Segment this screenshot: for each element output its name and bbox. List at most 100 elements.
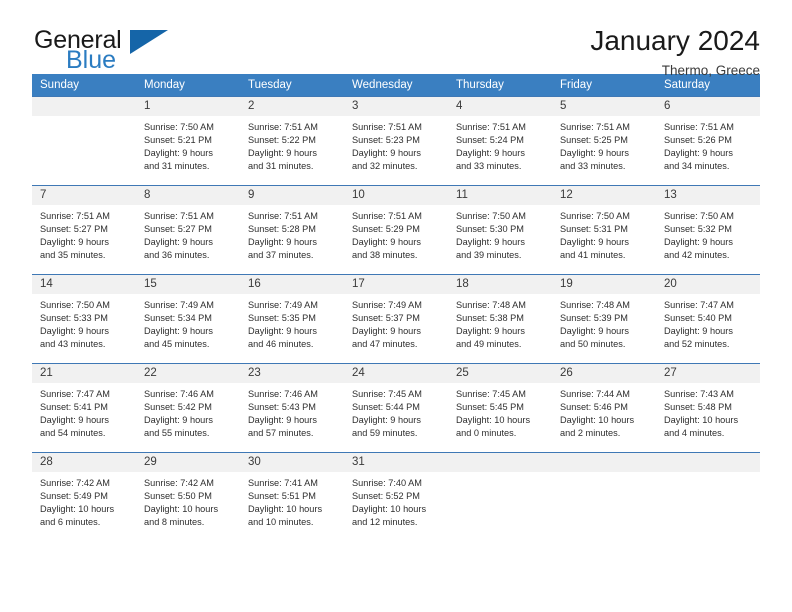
sunrise-time: Sunrise: 7:46 AM — [144, 389, 214, 399]
day-sun-info: Sunrise: 7:50 AM Sunset: 5:33 PM Daylight:… — [32, 294, 136, 351]
daylight-duration-line2: and 2 minutes. — [560, 428, 621, 439]
sunrise-time: Sunrise: 7:51 AM — [664, 122, 734, 132]
calendar-day-cell[interactable]: 26 Sunrise: 7:44 AM Sunset: 5:46 PM Dayligh… — [552, 363, 656, 453]
calendar-day-cell[interactable]: 15 Sunrise: 7:49 AM Sunset: 5:34 PM Dayligh… — [136, 274, 240, 364]
calendar-day-cell[interactable]: 29 Sunrise: 7:42 AM Sunset: 5:50 PM Dayligh… — [136, 452, 240, 542]
sunrise-time: Sunrise: 7:51 AM — [352, 211, 422, 221]
day-number: 27 — [656, 364, 760, 383]
daylight-duration-line1: Daylight: 9 hours — [144, 237, 213, 248]
sunset-time: Sunset: 5:51 PM — [248, 491, 316, 502]
daylight-duration-line1: Daylight: 9 hours — [560, 237, 629, 248]
day-sun-info: Sunrise: 7:47 AM Sunset: 5:40 PM Daylight:… — [656, 294, 760, 351]
calendar-day-cell[interactable]: 11 Sunrise: 7:50 AM Sunset: 5:30 PM Dayligh… — [448, 185, 552, 275]
day-number: 18 — [448, 275, 552, 294]
day-sun-info: Sunrise: 7:44 AM Sunset: 5:46 PM Daylight:… — [552, 383, 656, 440]
calendar-day-cell[interactable]: 22 Sunrise: 7:46 AM Sunset: 5:42 PM Dayligh… — [136, 363, 240, 453]
calendar-day-cell[interactable]: 24 Sunrise: 7:45 AM Sunset: 5:44 PM Dayligh… — [344, 363, 448, 453]
calendar-day-cell[interactable]: 25 Sunrise: 7:45 AM Sunset: 5:45 PM Dayligh… — [448, 363, 552, 453]
calendar-day-cell[interactable]: 7 Sunrise: 7:51 AM Sunset: 5:27 PM Daylight… — [32, 185, 136, 275]
general-blue-logo[interactable]: General Blue — [34, 28, 209, 80]
calendar-day-cell[interactable]: 3 Sunrise: 7:51 AM Sunset: 5:23 PM Daylight… — [344, 96, 448, 186]
sunrise-time: Sunrise: 7:41 AM — [248, 478, 318, 488]
calendar-day-cell[interactable]: 20 Sunrise: 7:47 AM Sunset: 5:40 PM Dayligh… — [656, 274, 760, 364]
day-sun-info: Sunrise: 7:50 AM Sunset: 5:31 PM Daylight:… — [552, 205, 656, 262]
day-sun-info: Sunrise: 7:50 AM Sunset: 5:21 PM Daylight:… — [136, 116, 240, 173]
calendar-day-cell[interactable]: 18 Sunrise: 7:48 AM Sunset: 5:38 PM Dayligh… — [448, 274, 552, 364]
calendar-day-cell[interactable]: 6 Sunrise: 7:51 AM Sunset: 5:26 PM Daylight… — [656, 96, 760, 186]
day-sun-info: Sunrise: 7:41 AM Sunset: 5:51 PM Daylight:… — [240, 472, 344, 529]
calendar-day-cell[interactable]: 4 Sunrise: 7:51 AM Sunset: 5:24 PM Daylight… — [448, 96, 552, 186]
day-number: 3 — [344, 97, 448, 116]
day-number: 22 — [136, 364, 240, 383]
sunset-time: Sunset: 5:39 PM — [560, 313, 628, 324]
day-number — [32, 97, 136, 116]
daylight-duration-line2: and 39 minutes. — [456, 250, 522, 261]
daylight-duration-line1: Daylight: 9 hours — [664, 326, 733, 337]
sunrise-time: Sunrise: 7:50 AM — [456, 211, 526, 221]
daylight-duration-line2: and 37 minutes. — [248, 250, 314, 261]
calendar-day-cell[interactable]: 10 Sunrise: 7:51 AM Sunset: 5:29 PM Dayligh… — [344, 185, 448, 275]
calendar-week-row: 14 Sunrise: 7:50 AM Sunset: 5:33 PM Dayligh… — [32, 274, 760, 364]
day-sun-info: Sunrise: 7:51 AM Sunset: 5:27 PM Daylight:… — [32, 205, 136, 262]
calendar-day-cell[interactable]: 12 Sunrise: 7:50 AM Sunset: 5:31 PM Dayligh… — [552, 185, 656, 275]
day-number: 6 — [656, 97, 760, 116]
daylight-duration-line2: and 54 minutes. — [40, 428, 106, 439]
page-title: January 2024 — [590, 25, 760, 56]
sunset-time: Sunset: 5:28 PM — [248, 224, 316, 235]
daylight-duration-line2: and 33 minutes. — [560, 161, 626, 172]
day-number: 1 — [136, 97, 240, 116]
daylight-duration-line2: and 57 minutes. — [248, 428, 314, 439]
daylight-duration-line1: Daylight: 9 hours — [352, 326, 421, 337]
calendar-day-cell[interactable]: 2 Sunrise: 7:51 AM Sunset: 5:22 PM Daylight… — [240, 96, 344, 186]
day-number: 11 — [448, 186, 552, 205]
calendar-day-cell[interactable]: 23 Sunrise: 7:46 AM Sunset: 5:43 PM Dayligh… — [240, 363, 344, 453]
calendar-day-cell[interactable]: 14 Sunrise: 7:50 AM Sunset: 5:33 PM Dayligh… — [32, 274, 136, 364]
daylight-duration-line1: Daylight: 9 hours — [352, 237, 421, 248]
daylight-duration-line1: Daylight: 10 hours — [560, 415, 635, 426]
day-sun-info: Sunrise: 7:49 AM Sunset: 5:34 PM Daylight:… — [136, 294, 240, 351]
sunrise-time: Sunrise: 7:42 AM — [40, 478, 110, 488]
daylight-duration-line2: and 42 minutes. — [664, 250, 730, 261]
calendar-day-cell[interactable]: 1 Sunrise: 7:50 AM Sunset: 5:21 PM Daylight… — [136, 96, 240, 186]
calendar-week-row: 28 Sunrise: 7:42 AM Sunset: 5:49 PM Dayligh… — [32, 452, 760, 542]
logo-triangle-icon — [130, 30, 168, 54]
daylight-duration-line1: Daylight: 9 hours — [352, 415, 421, 426]
calendar-day-cell[interactable]: 28 Sunrise: 7:42 AM Sunset: 5:49 PM Dayligh… — [32, 452, 136, 542]
calendar-day-cell[interactable]: 31 Sunrise: 7:40 AM Sunset: 5:52 PM Dayligh… — [344, 452, 448, 542]
sunset-time: Sunset: 5:46 PM — [560, 402, 628, 413]
day-sun-info: Sunrise: 7:46 AM Sunset: 5:42 PM Daylight:… — [136, 383, 240, 440]
sunrise-time: Sunrise: 7:51 AM — [352, 122, 422, 132]
daylight-duration-line1: Daylight: 9 hours — [248, 326, 317, 337]
calendar-day-cell[interactable]: 21 Sunrise: 7:47 AM Sunset: 5:41 PM Dayligh… — [32, 363, 136, 453]
sunrise-time: Sunrise: 7:50 AM — [664, 211, 734, 221]
calendar-day-cell[interactable]: 8 Sunrise: 7:51 AM Sunset: 5:27 PM Daylight… — [136, 185, 240, 275]
sunrise-time: Sunrise: 7:45 AM — [352, 389, 422, 399]
sunrise-time: Sunrise: 7:43 AM — [664, 389, 734, 399]
calendar-day-cell[interactable]: 13 Sunrise: 7:50 AM Sunset: 5:32 PM Dayligh… — [656, 185, 760, 275]
day-sun-info: Sunrise: 7:40 AM Sunset: 5:52 PM Daylight:… — [344, 472, 448, 529]
daylight-duration-line2: and 31 minutes. — [248, 161, 314, 172]
calendar-day-cell[interactable]: 27 Sunrise: 7:43 AM Sunset: 5:48 PM Dayligh… — [656, 363, 760, 453]
daylight-duration-line1: Daylight: 9 hours — [144, 326, 213, 337]
calendar-day-cell[interactable]: 5 Sunrise: 7:51 AM Sunset: 5:25 PM Daylight… — [552, 96, 656, 186]
sunrise-time: Sunrise: 7:42 AM — [144, 478, 214, 488]
sunrise-time: Sunrise: 7:46 AM — [248, 389, 318, 399]
sunset-time: Sunset: 5:34 PM — [144, 313, 212, 324]
calendar-day-cell[interactable]: 17 Sunrise: 7:49 AM Sunset: 5:37 PM Dayligh… — [344, 274, 448, 364]
sunrise-time: Sunrise: 7:49 AM — [352, 300, 422, 310]
sunrise-time: Sunrise: 7:47 AM — [40, 389, 110, 399]
sunset-time: Sunset: 5:25 PM — [560, 135, 628, 146]
day-number — [656, 453, 760, 472]
calendar-day-cell[interactable]: 19 Sunrise: 7:48 AM Sunset: 5:39 PM Dayligh… — [552, 274, 656, 364]
calendar-day-cell[interactable]: 16 Sunrise: 7:49 AM Sunset: 5:35 PM Dayligh… — [240, 274, 344, 364]
sunset-time: Sunset: 5:37 PM — [352, 313, 420, 324]
day-sun-info: Sunrise: 7:51 AM Sunset: 5:26 PM Daylight:… — [656, 116, 760, 173]
daylight-duration-line2: and 10 minutes. — [248, 517, 314, 528]
calendar-day-cell[interactable]: 30 Sunrise: 7:41 AM Sunset: 5:51 PM Dayligh… — [240, 452, 344, 542]
calendar-day-cell[interactable]: 9 Sunrise: 7:51 AM Sunset: 5:28 PM Daylight… — [240, 185, 344, 275]
daylight-duration-line2: and 4 minutes. — [664, 428, 725, 439]
daylight-duration-line2: and 31 minutes. — [144, 161, 210, 172]
daylight-duration-line2: and 32 minutes. — [352, 161, 418, 172]
sunset-time: Sunset: 5:26 PM — [664, 135, 732, 146]
day-sun-info: Sunrise: 7:45 AM Sunset: 5:44 PM Daylight:… — [344, 383, 448, 440]
